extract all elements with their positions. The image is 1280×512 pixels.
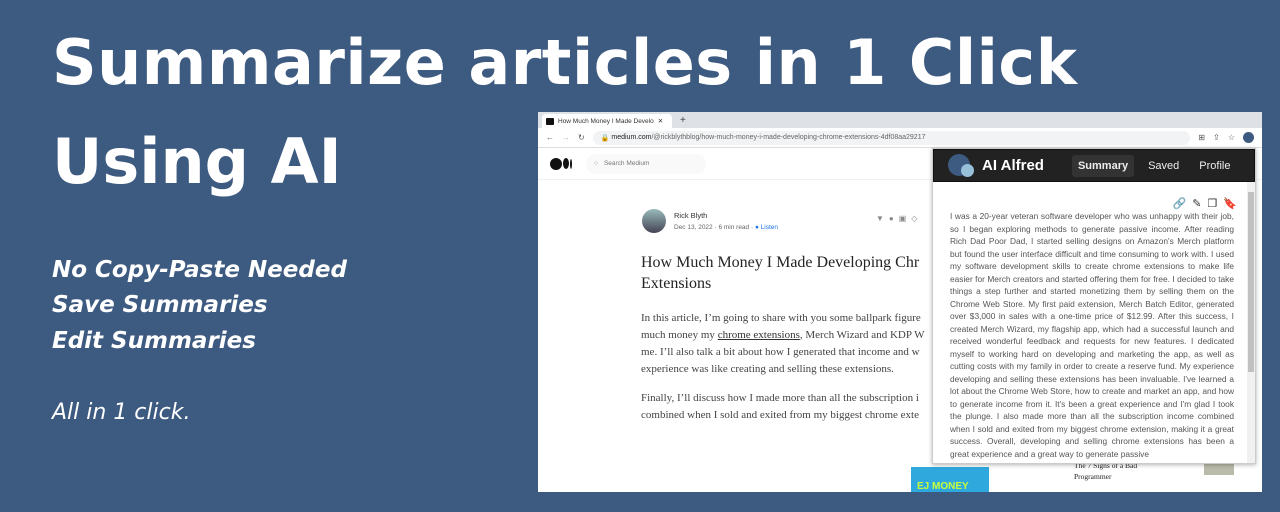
reload-icon[interactable]: ↻ — [578, 133, 585, 142]
article-text: , Merch Wizard and KDP W — [799, 329, 925, 341]
scrollbar-thumb[interactable] — [1248, 192, 1254, 372]
hero-title-line2: Using AI — [52, 125, 342, 198]
bookmark-icon[interactable]: 🔖 — [1223, 197, 1237, 210]
forward-icon[interactable]: → — [562, 133, 570, 142]
browser-screenshot: How Much Money I Made Develo ✕ + ← → ↻ 🔒 me… — [538, 112, 1262, 492]
tagline: All in 1 click. — [52, 400, 191, 425]
article-text: much money my — [641, 329, 718, 341]
hero-title-line1: Summarize articles in 1 Click — [52, 26, 1078, 99]
close-icon[interactable]: ✕ — [658, 117, 663, 125]
article-text: experience was like creating and selling… — [641, 363, 894, 375]
summary-text: I was a 20-year veteran software develop… — [950, 211, 1234, 459]
url-path: /@rickblythblog/how-much-money-i-made-de… — [651, 134, 926, 141]
avatar[interactable] — [642, 209, 666, 233]
share-icon[interactable]: ⇪ — [1213, 133, 1220, 142]
scrollbar[interactable] — [1247, 182, 1255, 463]
tab-title: How Much Money I Made Develo — [558, 117, 654, 125]
article-text: Finally, I’ll discuss how I made more th… — [641, 392, 919, 404]
tab-profile[interactable]: Profile — [1193, 155, 1236, 177]
popup-header: AI Alfred Summary Saved Profile — [933, 149, 1255, 182]
article-text: In this article, I’m going to share with… — [641, 312, 921, 324]
feature-1: No Copy-Paste Needed — [52, 257, 347, 283]
author-name[interactable]: Rick Blyth — [674, 211, 778, 220]
new-tab-icon[interactable]: + — [680, 114, 686, 128]
article-title: How Much Money I Made Developing Chr Ext… — [641, 254, 920, 292]
star-icon[interactable]: ☆ — [1228, 133, 1235, 142]
listen-label: Listen — [760, 224, 779, 231]
address-bar-row: ← → ↻ 🔒 medium.com/@rickblythblog/how-much… — [538, 128, 1262, 148]
author-block: Rick Blyth Dec 13, 2022 · 6 min read · ●… — [642, 209, 778, 233]
ad-banner[interactable]: EJ MONEY — [911, 467, 989, 492]
tab-summary[interactable]: Summary — [1071, 154, 1135, 177]
article-text: me. I’ll also talk a bit about how I gen… — [641, 346, 920, 358]
tab-saved[interactable]: Saved — [1142, 155, 1185, 177]
article-text: combined when I sold and exited from my … — [641, 409, 919, 421]
article-body: In this article, I’m going to share with… — [641, 310, 961, 436]
search-placeholder: Search Medium — [603, 160, 650, 167]
rec-title-2: Programmer — [1074, 472, 1112, 481]
social-share-icons[interactable]: ▼●▣◇ — [876, 214, 922, 223]
back-icon[interactable]: ← — [546, 133, 554, 142]
app-name: AI Alfred — [982, 157, 1044, 174]
medium-favicon — [546, 117, 554, 125]
feature-3: Edit Summaries — [52, 328, 256, 354]
listen-button[interactable]: ● Listen — [755, 224, 778, 231]
ai-alfred-logo — [948, 153, 982, 178]
feature-2: Save Summaries — [52, 292, 268, 318]
url-field[interactable]: 🔒 medium.com/@rickblythblog/how-much-mon… — [592, 130, 1191, 145]
browser-tab[interactable]: How Much Money I Made Develo ✕ — [542, 114, 672, 128]
post-date: Dec 13, 2022 — [674, 224, 713, 231]
search-input[interactable]: ○ Search Medium — [586, 153, 706, 174]
translate-icon[interactable]: ⊞ — [1198, 133, 1205, 142]
url-domain: medium.com — [611, 134, 652, 141]
edit-icon[interactable]: ✎ — [1192, 197, 1201, 210]
ai-alfred-popup: AI Alfred Summary Saved Profile 🔗 ✎ ❐ 🔖 I w… — [932, 148, 1256, 464]
ai-alfred-extension-icon[interactable] — [1243, 132, 1254, 143]
read-time: 6 min read — [718, 224, 750, 231]
link-icon[interactable]: 🔗 — [1173, 197, 1187, 210]
summary-actions: 🔗 ✎ ❐ 🔖 — [1173, 197, 1238, 210]
tab-bar: How Much Money I Made Develo ✕ + — [538, 112, 1262, 128]
copy-icon[interactable]: ❐ — [1207, 197, 1217, 210]
chrome-extensions-link[interactable]: chrome extensions — [718, 329, 800, 341]
medium-logo[interactable] — [550, 157, 572, 170]
search-icon: ○ — [594, 160, 598, 167]
